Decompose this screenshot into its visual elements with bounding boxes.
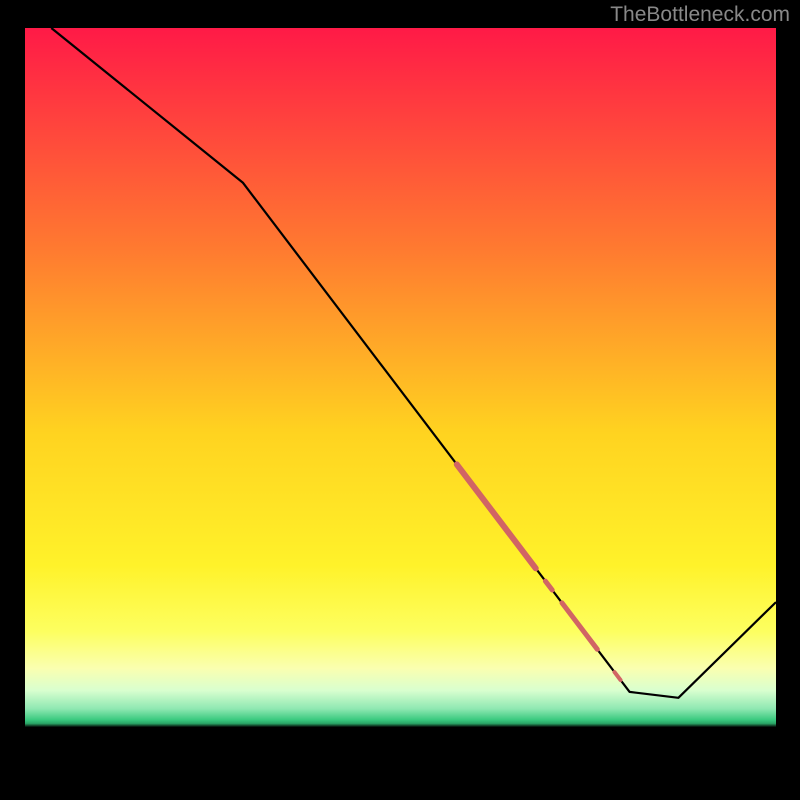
watermark-text: TheBottleneck.com: [610, 3, 790, 27]
chart-container: TheBottleneck.com: [0, 0, 800, 800]
bottleneck-chart: [0, 0, 800, 800]
plot-background: [25, 28, 776, 764]
